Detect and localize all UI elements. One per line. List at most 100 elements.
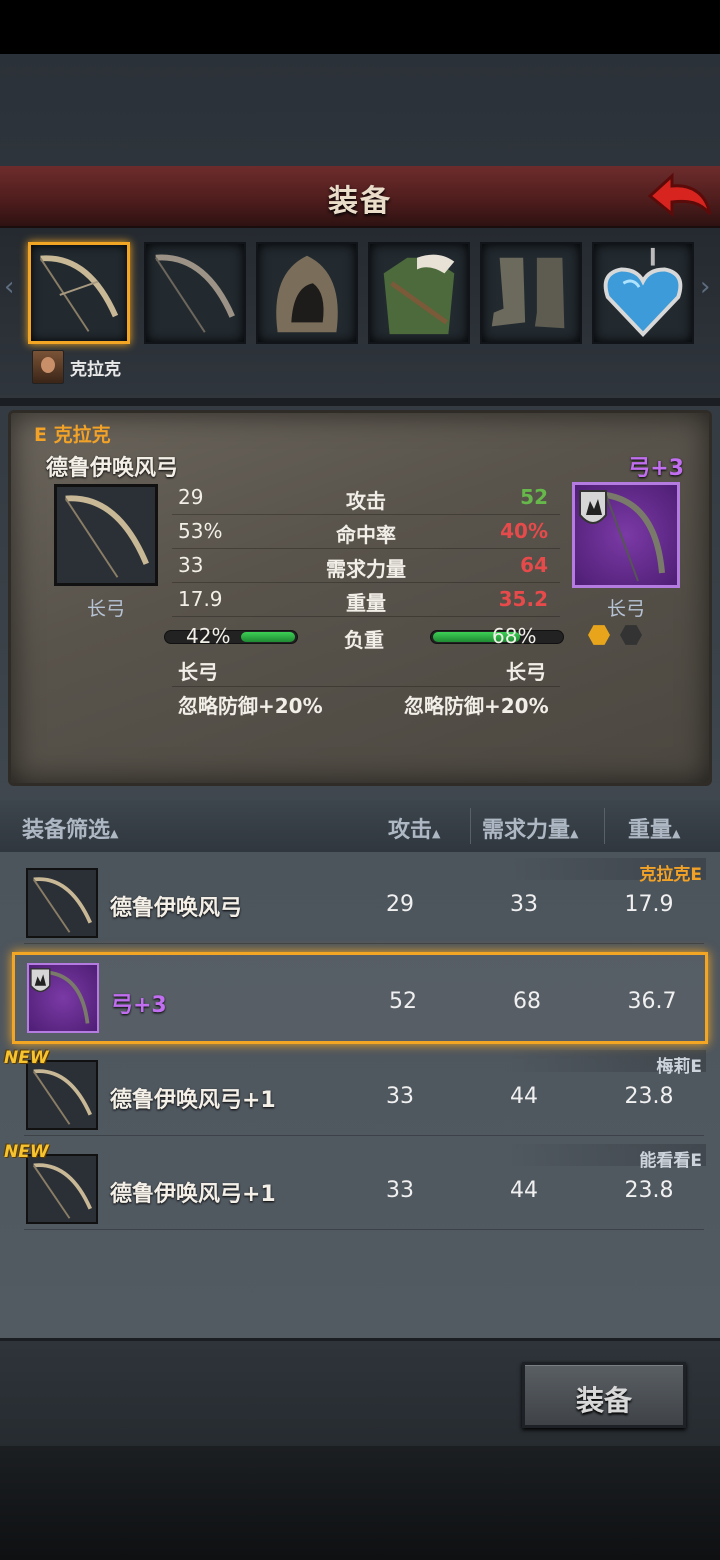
row-divider xyxy=(172,514,560,515)
bow-icon xyxy=(64,495,149,578)
row-divider xyxy=(172,616,560,617)
boots-icon xyxy=(491,257,565,329)
item-strength: 33 xyxy=(510,892,538,917)
scroll-right-icon[interactable]: › xyxy=(700,272,710,302)
bow-icon xyxy=(154,254,235,333)
load-row: 42% 负重 68% xyxy=(162,622,566,652)
row-divider xyxy=(172,686,560,687)
item-weight: 17.9 xyxy=(624,892,674,917)
page-title: 装备 xyxy=(328,184,392,219)
header-separator xyxy=(470,808,471,844)
sort-triangle-icon: ▲ xyxy=(570,827,579,840)
header-separator xyxy=(604,808,605,844)
row-divider xyxy=(24,1229,704,1230)
stat-candidate-value: 64 xyxy=(520,553,548,577)
item-weight: 23.8 xyxy=(624,1178,674,1203)
stat-row-weight: 17.9 重量 35.2 xyxy=(172,584,560,616)
sort-triangle-icon: ▲ xyxy=(672,827,681,840)
row-divider xyxy=(24,1135,704,1136)
item-name: 德鲁伊唤风弓 xyxy=(110,896,243,921)
compare-owner-label: E 克拉克 xyxy=(34,424,111,446)
slot-accessory[interactable] xyxy=(592,242,694,344)
scroll-left-icon[interactable]: ‹ xyxy=(4,272,14,302)
weight-header[interactable]: 重量▲ xyxy=(628,812,680,844)
slot-weapon-main[interactable] xyxy=(28,242,130,344)
item-name: 德鲁伊唤风弓+1 xyxy=(110,1088,276,1113)
candidate-load-text: 68% xyxy=(492,624,537,648)
row-divider xyxy=(172,548,560,549)
tunic-icon xyxy=(383,254,455,335)
item-thumbnail xyxy=(26,868,98,938)
bow-icon xyxy=(32,1163,93,1219)
item-name: 德鲁伊唤风弓+1 xyxy=(110,1182,276,1207)
item-attack: 29 xyxy=(386,892,414,917)
new-badge: NEW xyxy=(4,1048,49,1068)
slot-body[interactable] xyxy=(368,242,470,344)
equip-button-label: 装备 xyxy=(575,1384,632,1417)
attack-header[interactable]: 攻击▲ xyxy=(388,812,440,844)
item-owner: 梅莉E xyxy=(656,1057,702,1077)
candidate-trait-type: 长弓 xyxy=(506,660,546,684)
sort-triangle-icon: ▲ xyxy=(110,827,119,840)
bottom-bar xyxy=(0,1446,720,1560)
item-attack: 52 xyxy=(389,989,417,1014)
stat-label: 需求力量 xyxy=(326,557,406,581)
candidate-item-name: 弓+3 xyxy=(628,456,684,481)
item-strength: 68 xyxy=(513,989,541,1014)
candidate-trait-effect: 忽略防御+20% xyxy=(404,694,549,718)
item-owner: 能看看E xyxy=(639,1151,702,1171)
stat-candidate-value: 40% xyxy=(500,519,548,543)
back-button[interactable] xyxy=(646,170,714,222)
owner-name: 克拉克 xyxy=(70,359,121,380)
item-owner: 克拉克E xyxy=(639,865,702,885)
stat-candidate-value: 52 xyxy=(520,485,548,509)
slot-weapon-off[interactable] xyxy=(144,242,246,344)
stat-row-strength: 33 需求力量 64 xyxy=(172,550,560,582)
item-thumbnail xyxy=(27,963,99,1033)
item-name: 弓+3 xyxy=(111,993,167,1018)
list-item[interactable]: 克拉克E 德鲁伊唤风弓 29 33 17.9 xyxy=(0,852,720,944)
item-thumbnail xyxy=(26,1154,98,1224)
stat-row-accuracy: 53% 命中率 40% xyxy=(172,516,560,548)
row-divider xyxy=(24,943,704,944)
hood-icon xyxy=(276,255,338,333)
row-divider xyxy=(172,582,560,583)
current-trait-effect: 忽略防御+20% xyxy=(178,694,323,718)
item-strength: 44 xyxy=(510,1178,538,1203)
heart-amulet-icon xyxy=(603,247,683,338)
slot-feet[interactable] xyxy=(480,242,582,344)
strength-header-label: 需求力量 xyxy=(482,818,571,843)
attack-header-label: 攻击 xyxy=(388,818,433,843)
equip-button[interactable]: 装备 xyxy=(522,1362,686,1428)
stat-label: 攻击 xyxy=(346,489,386,513)
stat-row-attack: 29 攻击 52 xyxy=(172,482,560,514)
bow-icon xyxy=(30,968,90,1024)
weight-header-label: 重量 xyxy=(628,818,673,843)
item-attack: 33 xyxy=(386,1178,414,1203)
item-strength: 44 xyxy=(510,1084,538,1109)
back-arrow-icon xyxy=(647,172,712,218)
current-item-name: 德鲁伊唤风弓 xyxy=(46,456,179,481)
strength-header[interactable]: 需求力量▲ xyxy=(482,812,578,844)
status-bar xyxy=(0,0,720,54)
item-weight: 36.7 xyxy=(627,989,677,1014)
slot-head[interactable] xyxy=(256,242,358,344)
item-attack: 33 xyxy=(386,1084,414,1109)
divider xyxy=(0,398,720,406)
slot-owner-tag: 克拉克 xyxy=(32,350,121,384)
sort-triangle-icon: ▲ xyxy=(432,827,441,840)
item-weight: 23.8 xyxy=(624,1084,674,1109)
list-item[interactable]: 梅莉E NEW 德鲁伊唤风弓+1 33 44 23.8 xyxy=(0,1044,720,1136)
current-item-type: 长弓 xyxy=(86,598,125,620)
filter-header[interactable]: 装备筛选▲ xyxy=(22,812,118,844)
list-item-selected[interactable]: 弓+3 52 68 36.7 xyxy=(12,952,708,1044)
list-item[interactable]: 能看看E NEW 德鲁伊唤风弓+1 33 44 23.8 xyxy=(0,1138,720,1230)
bow-icon xyxy=(32,877,93,933)
bow-icon xyxy=(579,490,665,582)
item-thumbnail xyxy=(26,1060,98,1130)
title-bar: 装备 xyxy=(0,166,720,228)
bow-icon xyxy=(39,255,119,332)
bow-icon xyxy=(32,1069,93,1125)
new-badge: NEW xyxy=(4,1142,49,1162)
candidate-item-icon xyxy=(572,482,680,588)
